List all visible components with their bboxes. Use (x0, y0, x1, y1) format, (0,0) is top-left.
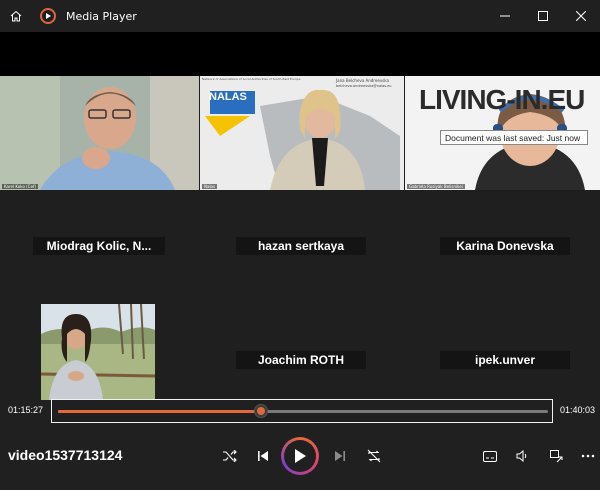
play-button[interactable] (281, 437, 319, 475)
repeat-icon (367, 449, 381, 463)
shuffle-button[interactable] (220, 446, 240, 466)
title-bar: Media Player (0, 0, 600, 32)
play-icon (295, 449, 306, 463)
nalas-contact-name: Jana Belcheva Andreevska (336, 78, 389, 83)
more-icon (581, 454, 595, 458)
video-letterbox-top (0, 32, 600, 76)
participant-name: Miodrag Kolic, N... (46, 239, 152, 253)
participant-video-man (0, 76, 199, 190)
participant-label-4: Joachim ROTH (236, 351, 366, 369)
captions-button[interactable] (480, 446, 500, 466)
seek-slider[interactable] (58, 410, 548, 413)
captions-icon (483, 450, 497, 462)
tile-name-right: Gabriela Rusiyak Belisnikei (407, 184, 465, 189)
nalas-logo-text: NALAS (209, 91, 247, 103)
previous-icon (258, 451, 268, 461)
living-in-eu-banner: LIVING-IN.EU (419, 84, 585, 115)
next-icon (335, 451, 345, 461)
maximize-button[interactable] (524, 0, 562, 32)
participant-name: Karina Donevska (456, 239, 554, 253)
volume-button[interactable] (512, 446, 532, 466)
participant-name: ipek.unver (474, 353, 536, 367)
participant-label-3: Karina Donevska (440, 237, 570, 255)
miniplayer-icon (549, 449, 562, 462)
tile-name-center: Nalas (202, 184, 218, 189)
media-player-logo-icon (40, 8, 56, 24)
participant-label-1: Miodrag Kolic, N... (33, 237, 165, 255)
video-tile-bottom-left (41, 304, 155, 400)
minimize-icon (500, 15, 510, 17)
next-button[interactable] (330, 446, 350, 466)
video-title: video1537713124 (8, 447, 123, 463)
participant-label-2: hazan sertkaya (236, 237, 366, 255)
home-button[interactable] (2, 0, 30, 32)
save-status-tooltip: Document was last saved: Just now (440, 130, 588, 145)
participant-name: hazan sertkaya (257, 239, 345, 253)
total-time: 01:40:03 (560, 405, 596, 415)
minimize-button[interactable] (486, 0, 524, 32)
seek-progress (58, 410, 262, 413)
miniplayer-button[interactable] (546, 446, 566, 466)
participant-video-outdoor (41, 304, 155, 400)
close-button[interactable] (562, 0, 600, 32)
volume-icon (516, 450, 527, 462)
video-canvas[interactable]: Karel Koko (Cef) NALAS Network of Associ… (0, 76, 600, 400)
home-icon (10, 10, 22, 22)
elapsed-time: 01:15:27 (8, 405, 44, 415)
tile-name-left: Karel Koko (Cef) (2, 184, 38, 189)
nalas-contact-email: belcheva.andreevska@nalas.eu (336, 84, 392, 88)
participant-label-5: ipek.unver (440, 351, 570, 369)
previous-button[interactable] (253, 446, 273, 466)
nalas-caption: Network of Associations of Local Authori… (202, 77, 301, 81)
more-options-button[interactable] (578, 446, 598, 466)
video-tile-left: Karel Koko (Cef) (0, 76, 199, 190)
repeat-button[interactable] (364, 446, 384, 466)
participant-name: Joachim ROTH (257, 353, 344, 367)
video-tile-center: NALAS Network of Associations of Local A… (200, 76, 404, 190)
close-icon (576, 11, 586, 21)
maximize-icon (538, 11, 548, 21)
shuffle-icon (223, 450, 237, 462)
window-title: Media Player (66, 9, 137, 23)
